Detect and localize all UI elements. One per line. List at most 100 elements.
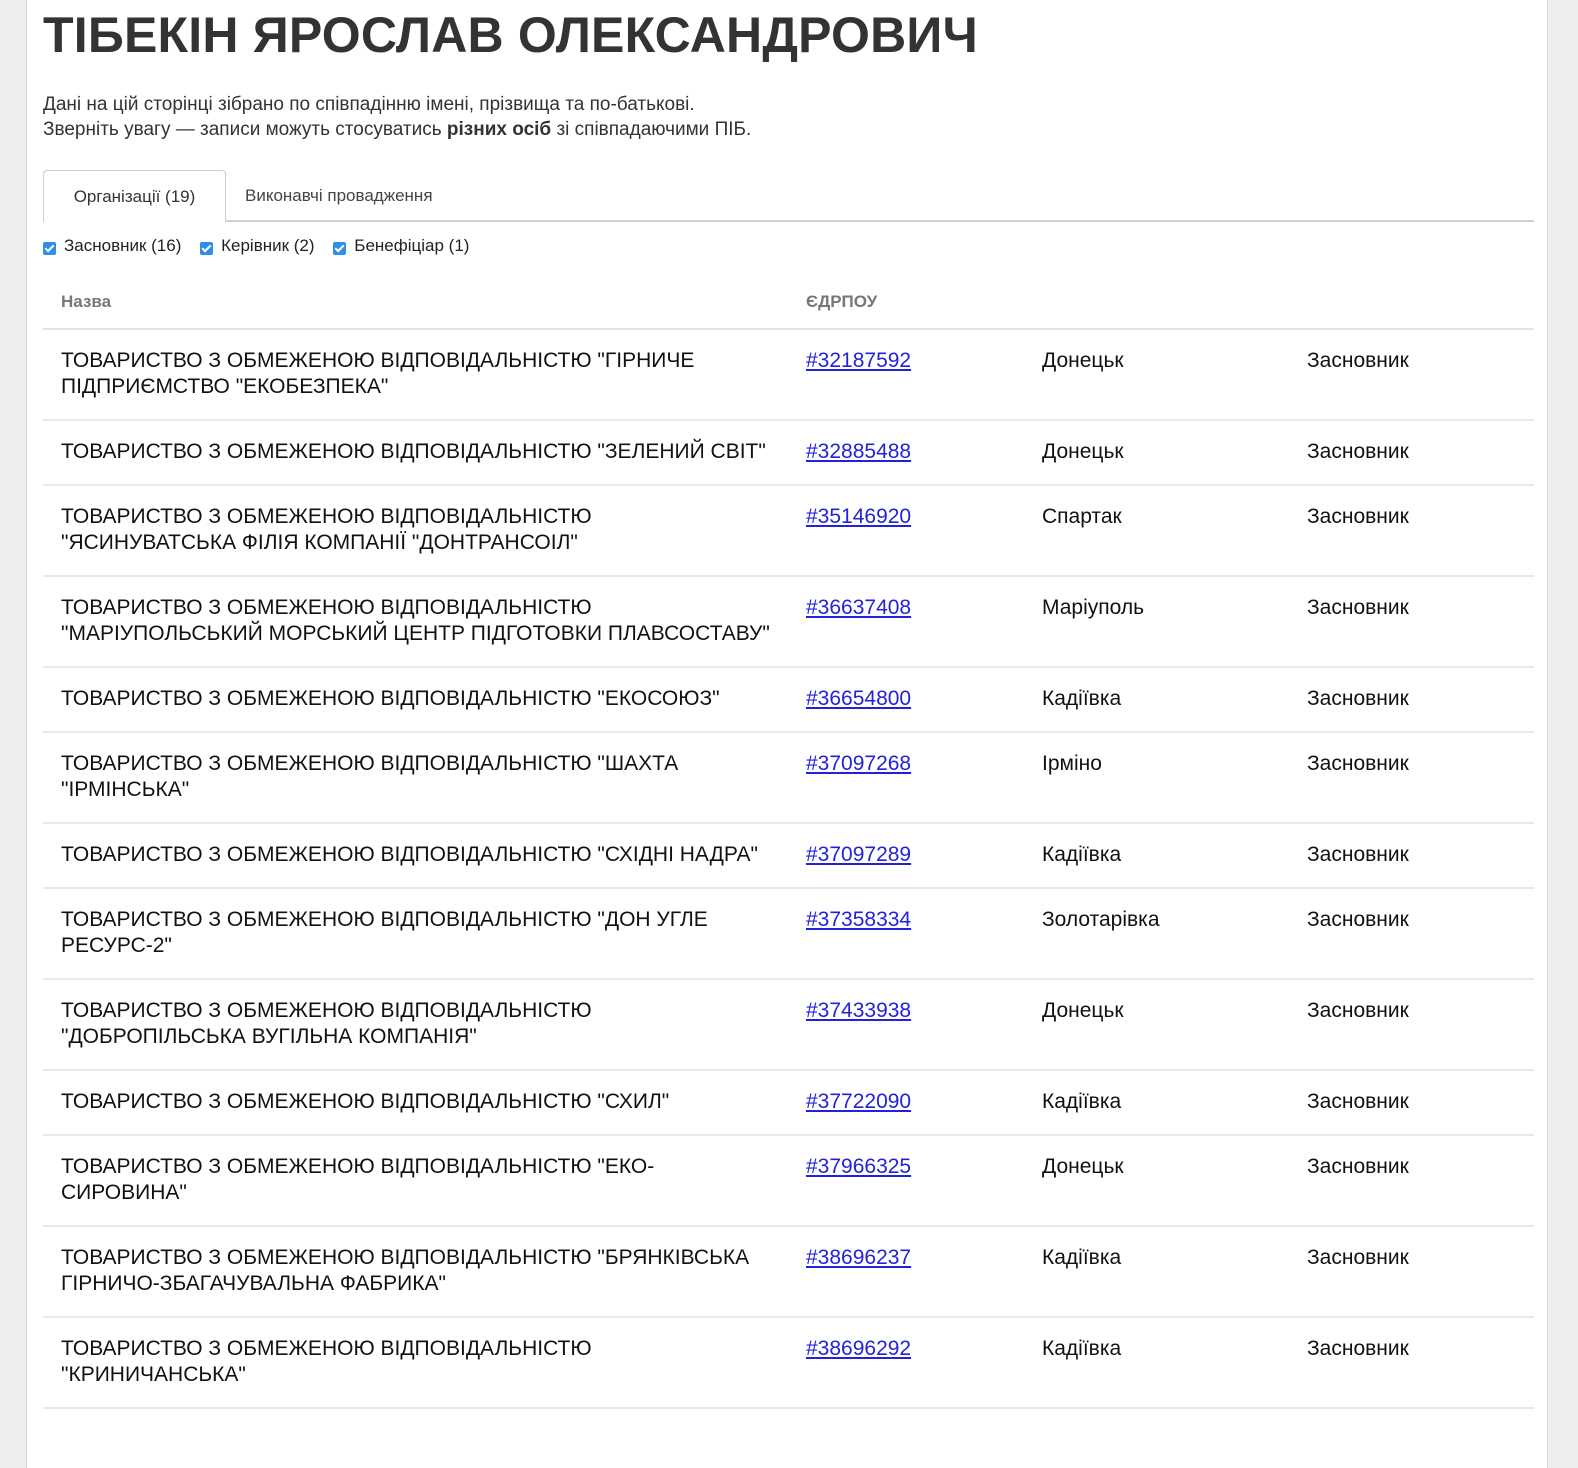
org-code-cell: #37722090 <box>788 1070 1024 1136</box>
notice-line-2: Зверніть увагу — записи можуть стосувати… <box>43 117 751 142</box>
notice-line-2-start: Зверніть увагу — записи можуть стосувати… <box>43 119 447 140</box>
org-name: ТОВАРИСТВО З ОБМЕЖЕНОЮ ВІДПОВІДАЛЬНІСТЮ … <box>43 1070 788 1136</box>
org-role: Засновник <box>1289 667 1534 733</box>
filter-beneficiary[interactable]: Бенефіціар (1) <box>333 236 469 256</box>
edrpou-link[interactable]: #37097289 <box>806 843 911 866</box>
org-role: Засновник <box>1289 329 1534 421</box>
org-city: Кадіївка <box>1024 1317 1289 1409</box>
org-city: Маріуполь <box>1024 576 1289 668</box>
org-city: Кадіївка <box>1024 1226 1289 1318</box>
filter-manager-checkbox[interactable] <box>200 242 214 255</box>
org-role: Засновник <box>1289 576 1534 668</box>
org-city: Ірміно <box>1024 732 1289 824</box>
filter-manager-label: Керівник (2) <box>221 236 315 255</box>
edrpou-link[interactable]: #37966325 <box>806 1155 911 1178</box>
org-code-cell: #35146920 <box>788 485 1024 577</box>
org-city: Донецьк <box>1024 1135 1289 1227</box>
filter-founder-label: Засновник (16) <box>64 236 182 255</box>
notice-line-2-end: зі співпадаючими ПІБ. <box>551 119 752 140</box>
filter-manager[interactable]: Керівник (2) <box>200 236 315 256</box>
org-city: Донецьк <box>1024 979 1289 1071</box>
org-code-cell: #38696292 <box>788 1317 1024 1409</box>
column-header-name: Назва <box>43 276 788 330</box>
table-row: ТОВАРИСТВО З ОБМЕЖЕНОЮ ВІДПОВІДАЛЬНІСТЮ … <box>43 1317 1534 1409</box>
notice-line-1: Дані на цій сторінці зібрано по співпаді… <box>43 94 695 115</box>
table-row: ТОВАРИСТВО З ОБМЕЖЕНОЮ ВІДПОВІДАЛЬНІСТЮ … <box>43 1135 1534 1227</box>
org-role: Засновник <box>1289 1226 1534 1318</box>
table-row: ТОВАРИСТВО З ОБМЕЖЕНОЮ ВІДПОВІДАЛЬНІСТЮ … <box>43 667 1534 733</box>
org-name: ТОВАРИСТВО З ОБМЕЖЕНОЮ ВІДПОВІДАЛЬНІСТЮ … <box>43 823 788 889</box>
org-code-cell: #32885488 <box>788 420 1024 486</box>
org-city: Спартак <box>1024 485 1289 577</box>
org-role: Засновник <box>1289 485 1534 577</box>
column-header-role <box>1289 276 1534 330</box>
filter-founder[interactable]: Засновник (16) <box>43 236 181 256</box>
org-code-cell: #37358334 <box>788 888 1024 980</box>
org-code-cell: #37097268 <box>788 732 1024 824</box>
role-filters: Засновник (16) Керівник (2) Бенефіціар (… <box>43 236 483 260</box>
org-name: ТОВАРИСТВО З ОБМЕЖЕНОЮ ВІДПОВІДАЛЬНІСТЮ … <box>43 888 788 980</box>
org-role: Засновник <box>1289 1135 1534 1227</box>
table-row: ТОВАРИСТВО З ОБМЕЖЕНОЮ ВІДПОВІДАЛЬНІСТЮ … <box>43 823 1534 889</box>
org-city: Кадіївка <box>1024 823 1289 889</box>
org-name: ТОВАРИСТВО З ОБМЕЖЕНОЮ ВІДПОВІДАЛЬНІСТЮ … <box>43 576 788 668</box>
org-name: ТОВАРИСТВО З ОБМЕЖЕНОЮ ВІДПОВІДАЛЬНІСТЮ … <box>43 1226 788 1318</box>
org-name: ТОВАРИСТВО З ОБМЕЖЕНОЮ ВІДПОВІДАЛЬНІСТЮ … <box>43 1317 788 1409</box>
edrpou-link[interactable]: #37358334 <box>806 908 911 931</box>
page-container: ТІБЕКІН ЯРОСЛАВ ОЛЕКСАНДРОВИЧ Дані на ці… <box>26 0 1548 1468</box>
org-role: Засновник <box>1289 979 1534 1071</box>
edrpou-link[interactable]: #35146920 <box>806 505 911 528</box>
edrpou-link[interactable]: #38696237 <box>806 1246 911 1269</box>
org-name: ТОВАРИСТВО З ОБМЕЖЕНОЮ ВІДПОВІДАЛЬНІСТЮ … <box>43 667 788 733</box>
page-title: ТІБЕКІН ЯРОСЛАВ ОЛЕКСАНДРОВИЧ <box>43 7 978 63</box>
org-code-cell: #37433938 <box>788 979 1024 1071</box>
org-city: Донецьк <box>1024 420 1289 486</box>
org-role: Засновник <box>1289 1070 1534 1136</box>
edrpou-link[interactable]: #32187592 <box>806 349 911 372</box>
org-name: ТОВАРИСТВО З ОБМЕЖЕНОЮ ВІДПОВІДАЛЬНІСТЮ … <box>43 485 788 577</box>
edrpou-link[interactable]: #38696292 <box>806 1337 911 1360</box>
filter-beneficiary-checkbox[interactable] <box>333 242 347 255</box>
tab-organizations[interactable]: Організації (19) <box>43 170 226 223</box>
org-city: Донецьк <box>1024 329 1289 421</box>
edrpou-link[interactable]: #32885488 <box>806 440 911 463</box>
org-role: Засновник <box>1289 420 1534 486</box>
edrpou-link[interactable]: #36654800 <box>806 687 911 710</box>
org-code-cell: #32187592 <box>788 329 1024 421</box>
table-row: ТОВАРИСТВО З ОБМЕЖЕНОЮ ВІДПОВІДАЛЬНІСТЮ … <box>43 576 1534 668</box>
org-name: ТОВАРИСТВО З ОБМЕЖЕНОЮ ВІДПОВІДАЛЬНІСТЮ … <box>43 979 788 1071</box>
table-row: ТОВАРИСТВО З ОБМЕЖЕНОЮ ВІДПОВІДАЛЬНІСТЮ … <box>43 420 1534 486</box>
edrpou-link[interactable]: #37722090 <box>806 1090 911 1113</box>
organizations-table: Назва ЄДРПОУ ТОВАРИСТВО З ОБМЕЖЕНОЮ ВІДП… <box>43 276 1534 1409</box>
table-row: ТОВАРИСТВО З ОБМЕЖЕНОЮ ВІДПОВІДАЛЬНІСТЮ … <box>43 1070 1534 1136</box>
edrpou-link[interactable]: #36637408 <box>806 596 911 619</box>
edrpou-link[interactable]: #37097268 <box>806 752 911 775</box>
org-role: Засновник <box>1289 1317 1534 1409</box>
table-row: ТОВАРИСТВО З ОБМЕЖЕНОЮ ВІДПОВІДАЛЬНІСТЮ … <box>43 732 1534 824</box>
org-role: Засновник <box>1289 732 1534 824</box>
tab-bar: Організації (19) Виконавчі провадження <box>43 170 1534 223</box>
table-row: ТОВАРИСТВО З ОБМЕЖЕНОЮ ВІДПОВІДАЛЬНІСТЮ … <box>43 329 1534 421</box>
org-name: ТОВАРИСТВО З ОБМЕЖЕНОЮ ВІДПОВІДАЛЬНІСТЮ … <box>43 1135 788 1227</box>
table-row: ТОВАРИСТВО З ОБМЕЖЕНОЮ ВІДПОВІДАЛЬНІСТЮ … <box>43 1226 1534 1318</box>
org-name: ТОВАРИСТВО З ОБМЕЖЕНОЮ ВІДПОВІДАЛЬНІСТЮ … <box>43 329 788 421</box>
org-role: Засновник <box>1289 888 1534 980</box>
column-header-city <box>1024 276 1289 330</box>
org-name: ТОВАРИСТВО З ОБМЕЖЕНОЮ ВІДПОВІДАЛЬНІСТЮ … <box>43 420 788 486</box>
org-code-cell: #36637408 <box>788 576 1024 668</box>
org-city: Кадіївка <box>1024 667 1289 733</box>
disclaimer-notice: Дані на цій сторінці зібрано по співпаді… <box>43 92 751 142</box>
org-code-cell: #36654800 <box>788 667 1024 733</box>
table-body: ТОВАРИСТВО З ОБМЕЖЕНОЮ ВІДПОВІДАЛЬНІСТЮ … <box>43 329 1534 1409</box>
tab-enforcement-proceedings[interactable]: Виконавчі провадження <box>245 170 433 223</box>
org-city: Кадіївка <box>1024 1070 1289 1136</box>
org-code-cell: #38696237 <box>788 1226 1024 1318</box>
org-city: Золотарівка <box>1024 888 1289 980</box>
filter-beneficiary-label: Бенефіціар (1) <box>354 236 470 255</box>
table-row: ТОВАРИСТВО З ОБМЕЖЕНОЮ ВІДПОВІДАЛЬНІСТЮ … <box>43 485 1534 577</box>
table-header-row: Назва ЄДРПОУ <box>43 276 1534 330</box>
org-name: ТОВАРИСТВО З ОБМЕЖЕНОЮ ВІДПОВІДАЛЬНІСТЮ … <box>43 732 788 824</box>
edrpou-link[interactable]: #37433938 <box>806 999 911 1022</box>
table-row: ТОВАРИСТВО З ОБМЕЖЕНОЮ ВІДПОВІДАЛЬНІСТЮ … <box>43 979 1534 1071</box>
filter-founder-checkbox[interactable] <box>43 242 56 255</box>
